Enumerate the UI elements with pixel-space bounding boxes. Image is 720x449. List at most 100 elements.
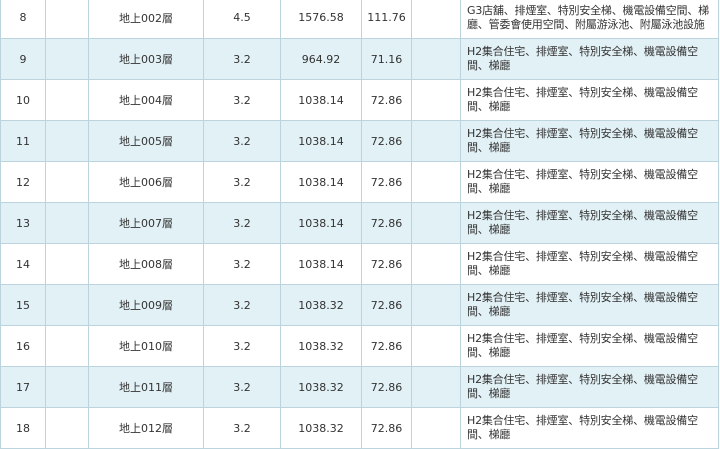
floor-use-text: H2集合住宅、排煙室、特別安全梯、機電設備空間、梯廳 [467, 86, 698, 113]
table-row: 14 地上008層 3.2 1038.14 72.86 H2集合住宅、排煙室、特… [0, 243, 719, 285]
floor-name: 地上005層 [88, 120, 204, 162]
empty-cell [411, 120, 461, 162]
empty-cell [411, 161, 461, 203]
empty-cell [45, 284, 89, 326]
floor-ratio: 72.86 [361, 366, 412, 408]
floor-ratio: 72.86 [361, 243, 412, 285]
floor-name: 地上004層 [88, 79, 204, 121]
floor-area: 1038.32 [280, 284, 362, 326]
floor-use: H2集合住宅、排煙室、特別安全梯、機電設備空間、梯廳 [460, 79, 719, 121]
table-row: 13 地上007層 3.2 1038.14 72.86 H2集合住宅、排煙室、特… [0, 202, 719, 244]
empty-cell [45, 407, 89, 449]
floor-name: 地上002層 [88, 0, 204, 39]
floor-use: H2集合住宅、排煙室、特別安全梯、機電設備空間、梯廳 [460, 202, 719, 244]
table-body: 8 地上002層 4.5 1576.58 111.76 G3店舖、排煙室、特別安… [0, 0, 719, 449]
empty-cell [411, 407, 461, 449]
floor-area: 1038.32 [280, 325, 362, 367]
floor-name: 地上008層 [88, 243, 204, 285]
floor-area: 1038.14 [280, 243, 362, 285]
floor-area: 1038.32 [280, 366, 362, 408]
floor-use: H2集合住宅、排煙室、特別安全梯、機電設備空間、梯廳 [460, 284, 719, 326]
floor-height: 3.2 [203, 284, 281, 326]
floor-area-table: 8 地上002層 4.5 1576.58 111.76 G3店舖、排煙室、特別安… [0, 0, 719, 449]
floor-use: H2集合住宅、排煙室、特別安全梯、機電設備空間、梯廳 [460, 243, 719, 285]
floor-area: 1038.14 [280, 161, 362, 203]
floor-name: 地上011層 [88, 366, 204, 408]
row-number: 9 [0, 38, 46, 80]
row-number: 10 [0, 79, 46, 121]
floor-name: 地上003層 [88, 38, 204, 80]
floor-area: 1038.14 [280, 79, 362, 121]
floor-height: 3.2 [203, 38, 281, 80]
floor-ratio: 72.86 [361, 202, 412, 244]
row-number: 13 [0, 202, 46, 244]
floor-ratio: 72.86 [361, 325, 412, 367]
empty-cell [411, 0, 461, 39]
empty-cell [411, 325, 461, 367]
floor-use-text: H2集合住宅、排煙室、特別安全梯、機電設備空間、梯廳 [467, 291, 698, 318]
floor-height: 3.2 [203, 366, 281, 408]
floor-height: 3.2 [203, 161, 281, 203]
row-number: 15 [0, 284, 46, 326]
empty-cell [411, 243, 461, 285]
table-row: 8 地上002層 4.5 1576.58 111.76 G3店舖、排煙室、特別安… [0, 0, 719, 39]
floor-ratio: 72.86 [361, 407, 412, 449]
table-row: 17 地上011層 3.2 1038.32 72.86 H2集合住宅、排煙室、特… [0, 366, 719, 408]
empty-cell [45, 38, 89, 80]
empty-cell [411, 79, 461, 121]
floor-use-text: H2集合住宅、排煙室、特別安全梯、機電設備空間、梯廳 [467, 332, 698, 359]
empty-cell [411, 38, 461, 80]
table-row: 11 地上005層 3.2 1038.14 72.86 H2集合住宅、排煙室、特… [0, 120, 719, 162]
empty-cell [45, 161, 89, 203]
table-row: 9 地上003層 3.2 964.92 71.16 H2集合住宅、排煙室、特別安… [0, 38, 719, 80]
floor-name: 地上006層 [88, 161, 204, 203]
empty-cell [411, 366, 461, 408]
empty-cell [45, 120, 89, 162]
floor-name: 地上010層 [88, 325, 204, 367]
empty-cell [411, 202, 461, 244]
floor-use-text: H2集合住宅、排煙室、特別安全梯、機電設備空間、梯廳 [467, 127, 698, 154]
floor-use-text: H2集合住宅、排煙室、特別安全梯、機電設備空間、梯廳 [467, 250, 698, 277]
floor-ratio: 72.86 [361, 120, 412, 162]
floor-use: H2集合住宅、排煙室、特別安全梯、機電設備空間、梯廳 [460, 161, 719, 203]
row-number: 8 [0, 0, 46, 39]
empty-cell [45, 325, 89, 367]
floor-use-text: H2集合住宅、排煙室、特別安全梯、機電設備空間、梯廳 [467, 168, 698, 195]
floor-height: 3.2 [203, 79, 281, 121]
floor-use: H2集合住宅、排煙室、特別安全梯、機電設備空間、梯廳 [460, 38, 719, 80]
floor-use: H2集合住宅、排煙室、特別安全梯、機電設備空間、梯廳 [460, 366, 719, 408]
table-row: 18 地上012層 3.2 1038.32 72.86 H2集合住宅、排煙室、特… [0, 407, 719, 449]
floor-use-text: H2集合住宅、排煙室、特別安全梯、機電設備空間、梯廳 [467, 414, 698, 441]
floor-use: H2集合住宅、排煙室、特別安全梯、機電設備空間、梯廳 [460, 120, 719, 162]
floor-use-text: H2集合住宅、排煙室、特別安全梯、機電設備空間、梯廳 [467, 373, 698, 400]
floor-ratio: 72.86 [361, 161, 412, 203]
floor-ratio: 72.86 [361, 284, 412, 326]
floor-use: H2集合住宅、排煙室、特別安全梯、機電設備空間、梯廳 [460, 407, 719, 449]
empty-cell [45, 243, 89, 285]
floor-area: 964.92 [280, 38, 362, 80]
floor-height: 3.2 [203, 120, 281, 162]
empty-cell [45, 0, 89, 39]
floor-use: H2集合住宅、排煙室、特別安全梯、機電設備空間、梯廳 [460, 325, 719, 367]
table-row: 10 地上004層 3.2 1038.14 72.86 H2集合住宅、排煙室、特… [0, 79, 719, 121]
empty-cell [411, 284, 461, 326]
floor-area: 1038.32 [280, 407, 362, 449]
row-number: 12 [0, 161, 46, 203]
row-number: 18 [0, 407, 46, 449]
empty-cell [45, 366, 89, 408]
row-number: 17 [0, 366, 46, 408]
floor-area: 1576.58 [280, 0, 362, 39]
floor-height: 3.2 [203, 202, 281, 244]
empty-cell [45, 79, 89, 121]
floor-name: 地上007層 [88, 202, 204, 244]
row-number: 11 [0, 120, 46, 162]
floor-ratio: 71.16 [361, 38, 412, 80]
floor-area: 1038.14 [280, 120, 362, 162]
floor-use-text: H2集合住宅、排煙室、特別安全梯、機電設備空間、梯廳 [467, 45, 698, 72]
floor-name: 地上012層 [88, 407, 204, 449]
floor-use: G3店舖、排煙室、特別安全梯、機電設備空間、梯廳、管委會使用空間、附屬游泳池、附… [460, 0, 719, 39]
floor-ratio: 72.86 [361, 79, 412, 121]
floor-use-text: H2集合住宅、排煙室、特別安全梯、機電設備空間、梯廳 [467, 209, 698, 236]
floor-height: 4.5 [203, 0, 281, 39]
floor-name: 地上009層 [88, 284, 204, 326]
